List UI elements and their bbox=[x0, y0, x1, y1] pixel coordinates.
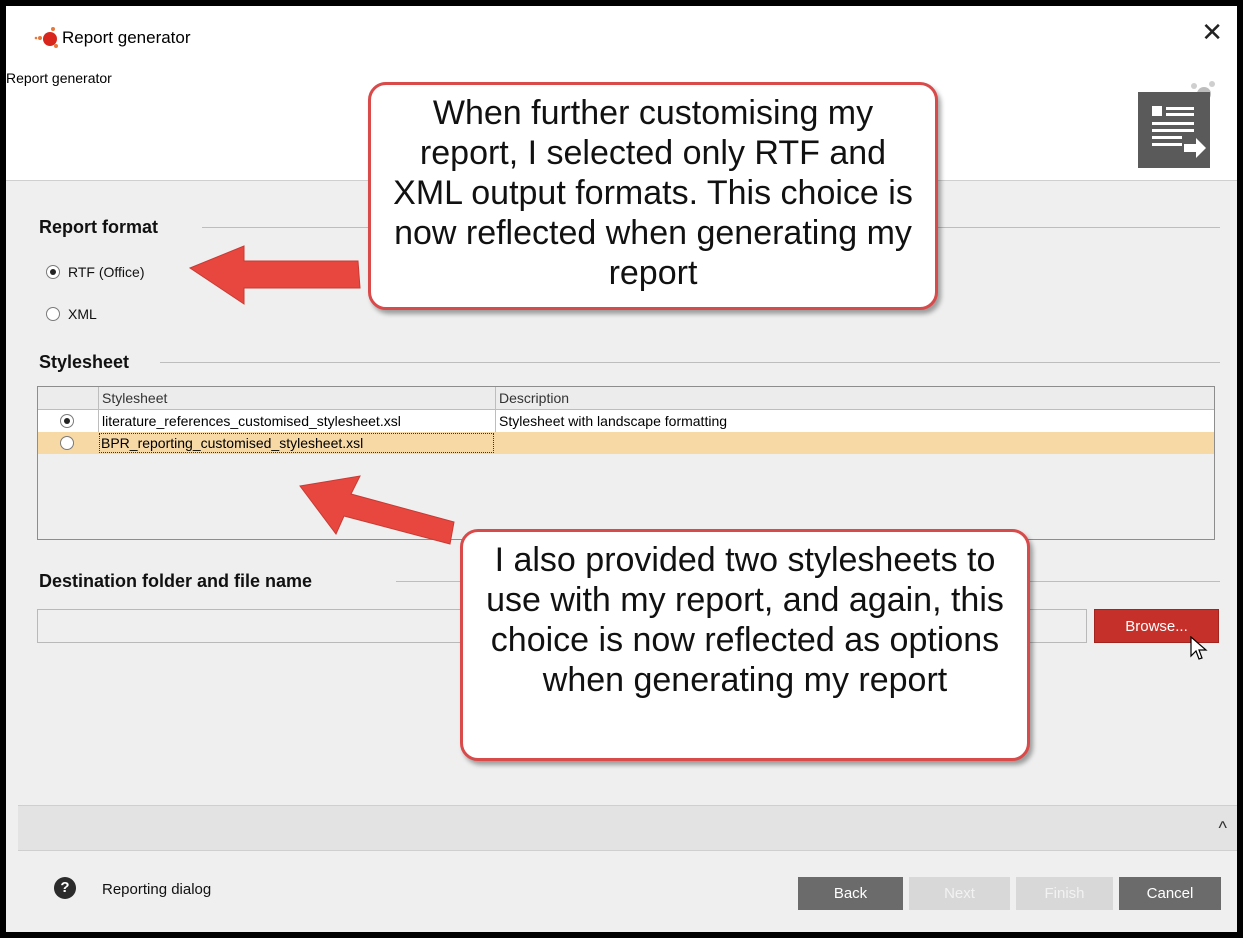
finish-button[interactable]: Finish bbox=[1016, 877, 1113, 910]
radio-xml[interactable]: XML bbox=[46, 306, 97, 322]
app-logo-icon bbox=[34, 27, 58, 48]
radio-button[interactable] bbox=[46, 307, 60, 321]
title-bar: Report generator ✕ bbox=[6, 6, 1237, 62]
header-subtitle: Report generator bbox=[6, 70, 112, 86]
column-header-stylesheet[interactable]: Stylesheet bbox=[98, 387, 495, 409]
report-format-title: Report format bbox=[39, 217, 159, 237]
table-row[interactable]: literature_references_customised_stylesh… bbox=[38, 410, 1214, 432]
details-collapse-bar[interactable]: ^ bbox=[18, 805, 1237, 851]
destination-title: Destination folder and file name bbox=[39, 571, 313, 591]
row-radio-button[interactable] bbox=[60, 436, 74, 450]
close-icon[interactable]: ✕ bbox=[1201, 20, 1223, 46]
back-button[interactable]: Back bbox=[798, 877, 903, 910]
description-cell: Stylesheet with landscape formatting bbox=[495, 410, 1214, 432]
help-icon[interactable]: ? bbox=[54, 877, 76, 899]
callout-report-format: When further customising my report, I se… bbox=[368, 82, 938, 310]
report-generator-window: Report generator ✕ Report generator Repo… bbox=[6, 6, 1237, 932]
stylesheet-title: Stylesheet bbox=[39, 352, 130, 372]
report-export-icon bbox=[1138, 81, 1215, 168]
chevron-up-icon[interactable]: ^ bbox=[1219, 818, 1227, 839]
section-divider bbox=[160, 362, 1220, 363]
mouse-cursor-icon bbox=[1190, 636, 1208, 660]
table-row[interactable]: BPR_reporting_customised_stylesheet.xsl bbox=[38, 432, 1214, 454]
stylesheet-cell: literature_references_customised_stylesh… bbox=[98, 410, 495, 432]
help-text: Reporting dialog bbox=[102, 881, 212, 898]
description-cell bbox=[495, 432, 1214, 454]
radio-xml-label: XML bbox=[68, 306, 97, 322]
callout-stylesheets: I also provided two stylesheets to use w… bbox=[460, 529, 1030, 761]
row-radio-button[interactable] bbox=[60, 414, 74, 428]
cancel-button[interactable]: Cancel bbox=[1119, 877, 1221, 910]
radio-rtf-label: RTF (Office) bbox=[68, 264, 145, 280]
stylesheet-table: Stylesheet Description literature_refere… bbox=[37, 386, 1215, 540]
radio-rtf[interactable]: RTF (Office) bbox=[46, 264, 145, 280]
window-title: Report generator bbox=[62, 28, 191, 47]
column-header-description[interactable]: Description bbox=[495, 387, 1214, 409]
stylesheet-cell: BPR_reporting_customised_stylesheet.xsl bbox=[98, 432, 495, 454]
table-header: Stylesheet Description bbox=[38, 387, 1214, 410]
radio-button[interactable] bbox=[46, 265, 60, 279]
next-button[interactable]: Next bbox=[909, 877, 1010, 910]
